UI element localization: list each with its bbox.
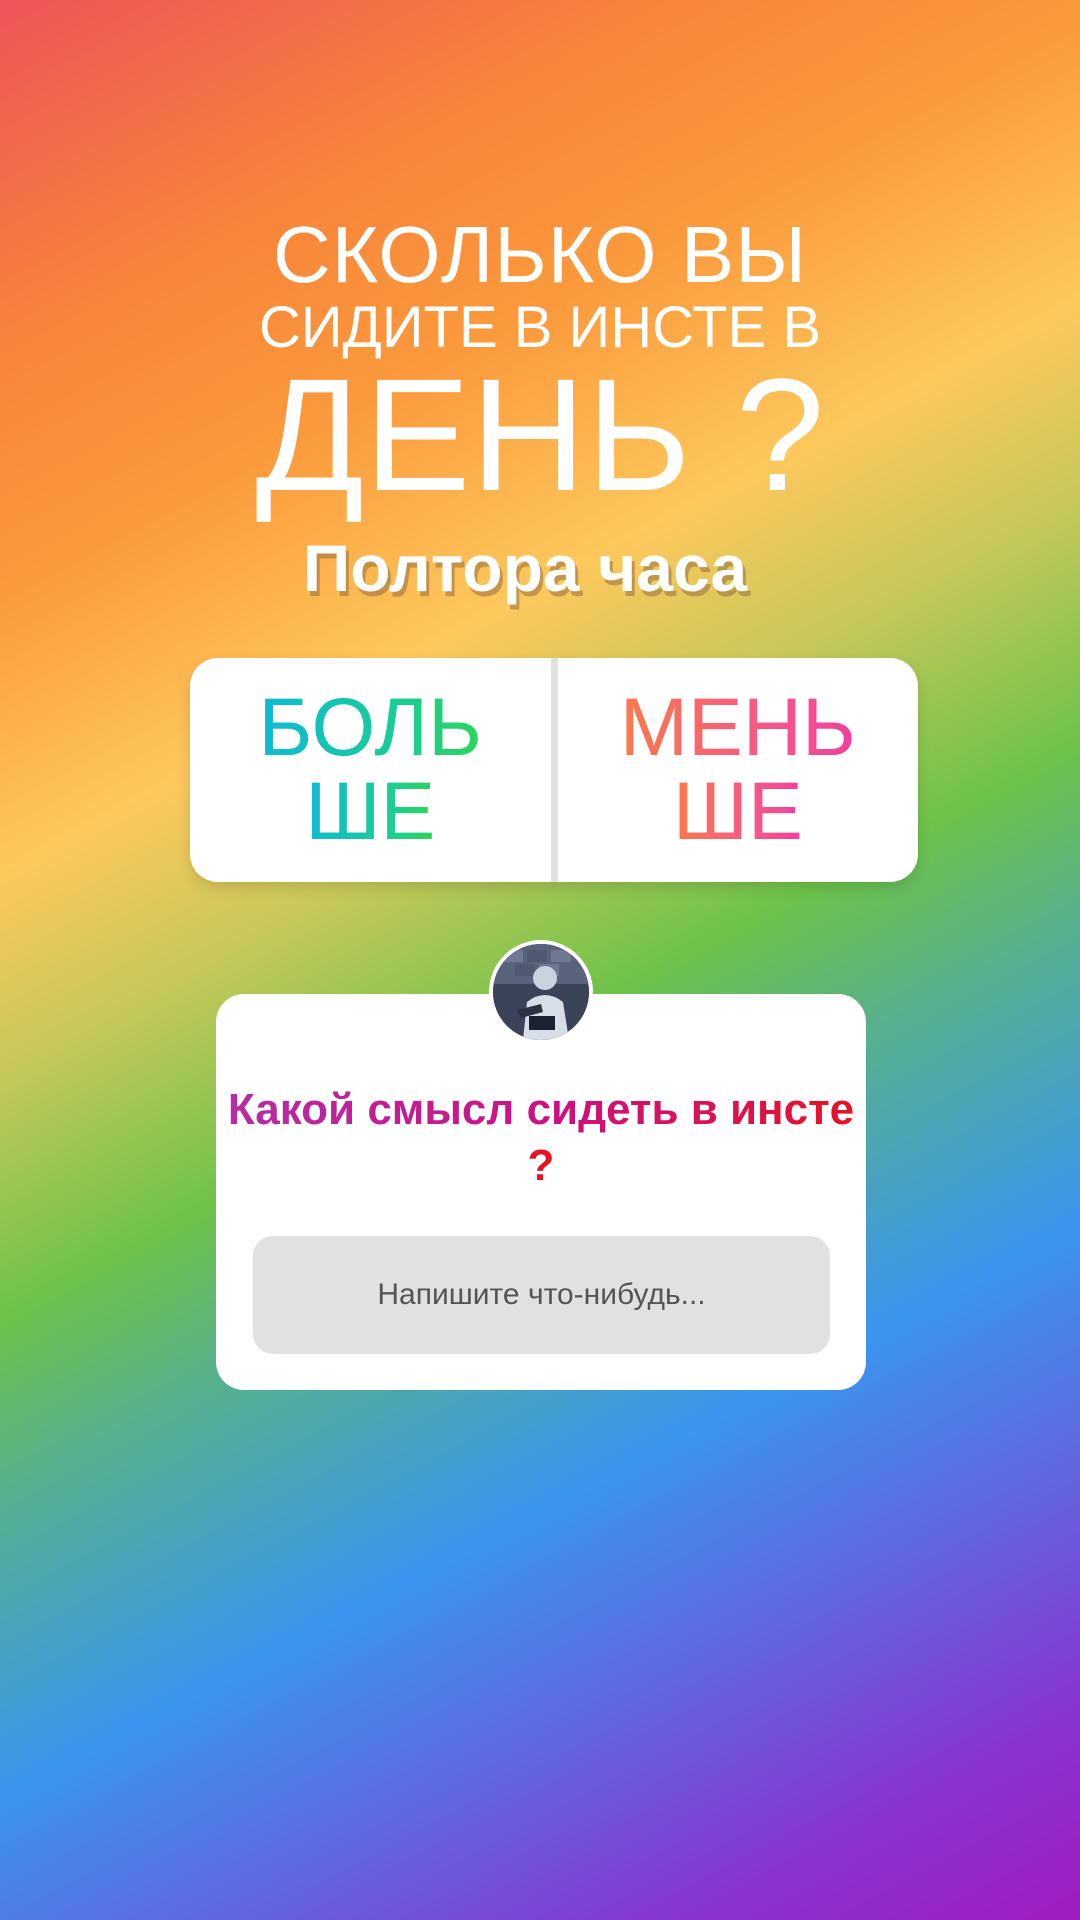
- answer-input[interactable]: Напишите что-нибудь...: [253, 1236, 830, 1354]
- question-sticker: Какой смысл сидеть в инсте ? Напишите чт…: [216, 994, 866, 1390]
- story-title-line3: ДЕНЬ ?: [255, 345, 825, 524]
- poll-option-more-line2: ШЕ: [305, 766, 436, 857]
- avatar: [489, 940, 593, 1044]
- question-text: Какой смысл сидеть в инсте ?: [216, 1082, 866, 1194]
- poll-option-more[interactable]: БОЛЬ ШЕ: [190, 658, 551, 882]
- poll-option-less-label: МЕНЬ ШЕ: [620, 686, 856, 854]
- poll-option-less[interactable]: МЕНЬ ШЕ: [558, 658, 919, 882]
- user-avatar-icon: [493, 944, 589, 1040]
- poll-option-less-line2: ШЕ: [672, 766, 803, 857]
- question-text-label: Какой смысл сидеть в инсте ?: [227, 1085, 855, 1190]
- poll-option-less-line1: МЕНЬ: [619, 682, 856, 773]
- poll-divider: [550, 658, 558, 882]
- poll-option-more-label: БОЛЬ ШЕ: [259, 686, 482, 854]
- poll-option-more-line1: БОЛЬ: [258, 682, 482, 773]
- story-subtitle: Полтора часа: [302, 531, 748, 605]
- poll-sticker: БОЛЬ ШЕ МЕНЬ ШЕ: [190, 658, 918, 882]
- answer-input-placeholder: Напишите что-нибудь...: [377, 1278, 706, 1311]
- story-title-line1: СКОЛЬКО ВЫ: [272, 210, 808, 299]
- avatar-image: [493, 944, 589, 1040]
